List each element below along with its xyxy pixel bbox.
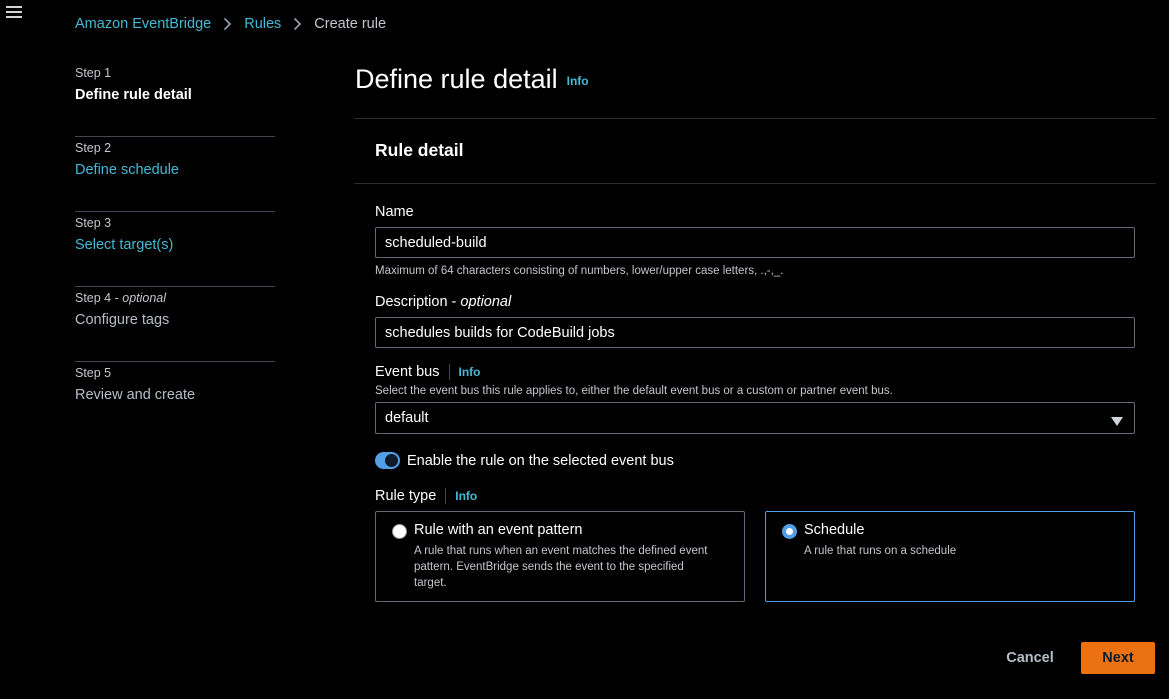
- toggle-knob: [385, 454, 398, 467]
- breadcrumb-eventbridge[interactable]: Amazon EventBridge: [75, 16, 211, 32]
- event-bus-label: Event bus Info: [375, 364, 481, 381]
- page-title-text: Define rule detail: [355, 64, 558, 94]
- step-number: Step 1: [75, 66, 112, 80]
- tile-description: A rule that runs when an event matches t…: [414, 545, 708, 589]
- step-label-review-and-create: Review and create: [75, 387, 196, 403]
- name-label: Name: [375, 204, 414, 220]
- breadcrumb: Amazon EventBridge Rules Create rule: [75, 14, 386, 34]
- description-input[interactable]: schedules builds for CodeBuild jobs: [375, 317, 1135, 348]
- step-number-text: Step 4: [75, 291, 112, 305]
- event-bus-label-text: Event bus: [375, 364, 440, 380]
- breadcrumb-rules[interactable]: Rules: [244, 16, 281, 32]
- rule-type-schedule-tile[interactable]: Schedule A rule that runs on a schedule: [765, 511, 1135, 602]
- wizard-steps: Step 1 Define rule detail Step 2 Define …: [75, 62, 275, 437]
- event-bus-select[interactable]: default: [375, 402, 1135, 434]
- page-title: Define rule detail Info: [355, 64, 589, 95]
- breadcrumb-current: Create rule: [314, 16, 387, 32]
- event-bus-selected-value: default: [385, 410, 429, 426]
- event-bus-hint: Select the event bus this rule applies t…: [375, 385, 893, 397]
- step-number: Step 3: [75, 216, 112, 230]
- description-optional: optional: [460, 294, 512, 310]
- radio-schedule[interactable]: [782, 524, 797, 539]
- enable-rule-label: Enable the rule on the selected event bu…: [407, 452, 674, 469]
- description-label-text: Description: [375, 294, 448, 310]
- divider: [445, 488, 447, 505]
- radio-event-pattern[interactable]: [392, 524, 407, 539]
- step-link-define-schedule[interactable]: Define schedule: [75, 159, 275, 181]
- rule-type-info-link[interactable]: Info: [455, 489, 477, 503]
- tile-title: Schedule: [804, 522, 865, 538]
- description-label: Description - optional: [375, 294, 512, 310]
- rule-type-label-text: Rule type: [375, 488, 437, 504]
- step-1: Step 1 Define rule detail: [75, 62, 275, 137]
- cancel-button[interactable]: Cancel: [1000, 642, 1060, 674]
- step-label-configure-tags: Configure tags: [75, 312, 170, 328]
- step-number: Step 5: [75, 366, 112, 380]
- step-link-select-targets[interactable]: Select target(s): [75, 234, 275, 256]
- rule-type-event-pattern-tile[interactable]: Rule with an event pattern A rule that r…: [375, 511, 745, 602]
- next-button[interactable]: Next: [1081, 642, 1155, 674]
- caret-down-icon: [1111, 414, 1123, 430]
- rule-detail-panel: Rule detail Name scheduled-build Maximum…: [354, 118, 1156, 618]
- step-number: Step 4 - optional: [75, 291, 167, 305]
- menu-icon[interactable]: [6, 6, 22, 20]
- step-2: Step 2 Define schedule: [75, 137, 275, 212]
- event-bus-info-link[interactable]: Info: [459, 365, 481, 379]
- panel-header: Rule detail: [354, 119, 1156, 184]
- step-optional-text: optional: [122, 291, 167, 305]
- chevron-right-icon: [223, 17, 232, 31]
- step-3: Step 3 Select target(s): [75, 212, 275, 287]
- step-4: Step 4 - optional Configure tags: [75, 287, 275, 362]
- tile-description: A rule that runs on a schedule: [804, 545, 957, 557]
- divider: [448, 364, 450, 381]
- enable-rule-toggle-row: Enable the rule on the selected event bu…: [375, 452, 674, 469]
- rule-type-label: Rule type Info: [375, 488, 477, 505]
- page-info-link[interactable]: Info: [567, 74, 589, 88]
- chevron-right-icon: [293, 17, 302, 31]
- step-number: Step 2: [75, 141, 112, 155]
- step-5: Step 5 Review and create: [75, 362, 275, 437]
- name-hint: Maximum of 64 characters consisting of n…: [375, 265, 784, 277]
- step-label-define-rule-detail: Define rule detail: [75, 87, 192, 103]
- name-input[interactable]: scheduled-build: [375, 227, 1135, 258]
- tile-title: Rule with an event pattern: [414, 522, 583, 538]
- enable-rule-toggle[interactable]: [375, 452, 400, 469]
